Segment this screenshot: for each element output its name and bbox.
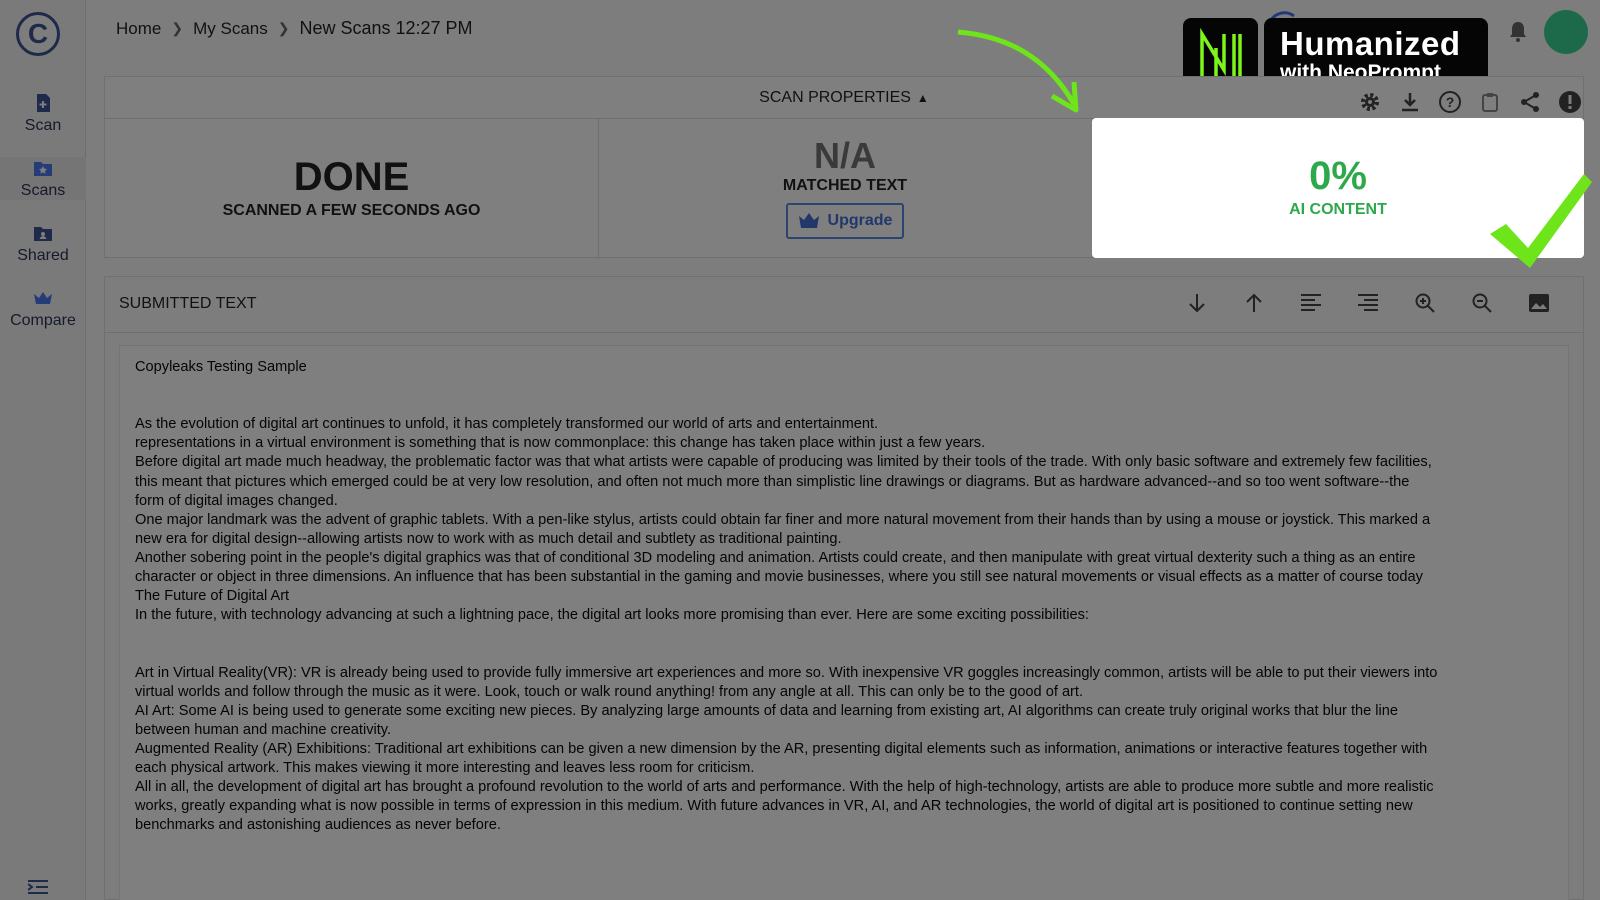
- sidebar-item-label: Scans: [20, 182, 66, 199]
- crown-icon: [798, 213, 819, 228]
- avatar[interactable]: [1544, 10, 1588, 54]
- image-icon[interactable]: [1527, 291, 1551, 315]
- matched-text-cell: N/A MATCHED TEXT Upgrade: [599, 119, 1091, 259]
- text-toolbar: [1185, 291, 1584, 315]
- sidebar-item-scan[interactable]: Scan: [0, 92, 86, 135]
- text-line: benchmarks and astonishing audiences as …: [135, 817, 501, 834]
- text-line: Before digital art made much headway, th…: [135, 454, 1432, 471]
- shared-folder-icon: [34, 227, 52, 241]
- text-line: representations in a virtual environment…: [135, 435, 986, 452]
- sidebar-item-shared[interactable]: Shared: [0, 222, 86, 265]
- text-line: Augmented Reality (AR) Exhibitions: Trad…: [135, 740, 1428, 757]
- zoom-out-icon[interactable]: [1470, 291, 1494, 315]
- help-icon[interactable]: ?: [1438, 90, 1462, 114]
- badge-title: Humanized: [1280, 25, 1461, 62]
- scan-actions: ?: [1358, 90, 1598, 114]
- folder-star-icon: [34, 162, 52, 176]
- sidebar-item-label: Compare: [10, 312, 76, 329]
- zoom-in-icon[interactable]: [1413, 291, 1437, 315]
- text-line: this meant that pictures which emerged c…: [135, 473, 1410, 490]
- submitted-text-body: Copyleaks Testing Sample As the evolutio…: [119, 345, 1569, 900]
- submitted-text-title: SUBMITTED TEXT: [119, 295, 257, 312]
- download-icon[interactable]: [1398, 90, 1422, 114]
- text-line: character or object in three dimensions.…: [135, 569, 1423, 586]
- sidebar-item-label: Scan: [24, 117, 62, 134]
- alert-icon[interactable]: [1558, 90, 1582, 114]
- matched-value: N/A: [814, 135, 876, 176]
- text-line: In the future, with technology advancing…: [135, 607, 1089, 624]
- document-plus-icon: [37, 94, 50, 112]
- sidebar-item-compare[interactable]: Compare: [0, 287, 86, 330]
- text-line: form of digital images changed.: [135, 492, 338, 509]
- share-icon[interactable]: [1518, 90, 1542, 114]
- chevron-up-icon: ▲: [916, 91, 929, 105]
- submitted-text-panel: SUBMITTED TEXT Copyleaks Testing Sample …: [104, 276, 1584, 900]
- scan-properties-title: SCAN PROPERTIES: [759, 89, 911, 106]
- chevron-right-icon: ❯: [277, 20, 290, 36]
- scan-status-sub: SCANNED A FEW SECONDS AGO: [222, 202, 481, 219]
- checkmark-icon: [1490, 174, 1592, 268]
- text-line: One major landmark was the advent of gra…: [135, 511, 1431, 528]
- scan-status: DONE: [293, 155, 410, 199]
- text-line: The Future of Digital Art: [135, 588, 290, 605]
- arrow-down-icon[interactable]: [1185, 291, 1209, 315]
- upgrade-button[interactable]: Upgrade: [786, 203, 904, 239]
- chevron-right-icon: ❯: [171, 20, 184, 36]
- sidebar: C Scan Scans Shared Compare: [0, 0, 86, 900]
- text-line: Another sobering point in the people's d…: [135, 549, 1416, 566]
- arrow-annotation-icon: [957, 29, 1079, 113]
- breadcrumb-home[interactable]: Home: [116, 19, 161, 39]
- text-paragraph-2: Art in Virtual Reality(VR): VR is alread…: [135, 664, 1553, 836]
- text-line: between human and machine creativity.: [135, 721, 392, 738]
- text-heading: Copyleaks Testing Sample: [135, 359, 307, 375]
- arrow-up-icon[interactable]: [1242, 291, 1266, 315]
- text-paragraph-1: As the evolution of digital art continue…: [135, 415, 1553, 625]
- breadcrumb-current: New Scans 12:27 PM: [299, 18, 473, 38]
- gear-icon[interactable]: [1358, 90, 1382, 114]
- svg-text:?: ?: [1446, 94, 1455, 110]
- submitted-text-header: SUBMITTED TEXT: [105, 277, 1583, 333]
- align-right-icon[interactable]: [1356, 291, 1380, 315]
- sidebar-item-label: Shared: [17, 247, 69, 264]
- text-line: Art in Virtual Reality(VR): VR is alread…: [135, 664, 1438, 681]
- matched-label: MATCHED TEXT: [782, 177, 908, 194]
- copyleaks-logo[interactable]: C: [16, 12, 60, 56]
- text-line: new era for digital design--allowing art…: [135, 530, 842, 547]
- text-line: works, greatly expanding what is now pos…: [135, 798, 1413, 815]
- bell-icon[interactable]: [1508, 20, 1528, 42]
- text-line: All in all, the development of digital a…: [135, 779, 1434, 796]
- align-left-icon[interactable]: [1299, 291, 1323, 315]
- text-line: each physical artwork. This makes viewin…: [135, 759, 755, 776]
- upgrade-label: Upgrade: [827, 212, 893, 229]
- clipboard-icon[interactable]: [1478, 90, 1502, 114]
- sidebar-item-scans[interactable]: Scans: [0, 157, 86, 200]
- breadcrumb: Home ❯ My Scans ❯ New Scans 12:27 PM: [116, 18, 473, 39]
- text-line: AI Art: Some AI is being used to generat…: [135, 702, 1399, 719]
- crown-icon: [34, 292, 52, 304]
- text-line: As the evolution of digital art continue…: [135, 416, 879, 433]
- breadcrumb-my-scans[interactable]: My Scans: [193, 19, 268, 39]
- scan-status-cell: DONE SCANNED A FEW SECONDS AGO: [105, 119, 599, 259]
- collapse-menu-icon[interactable]: [28, 880, 48, 894]
- text-line: virtual worlds and follow through the mu…: [135, 683, 1084, 700]
